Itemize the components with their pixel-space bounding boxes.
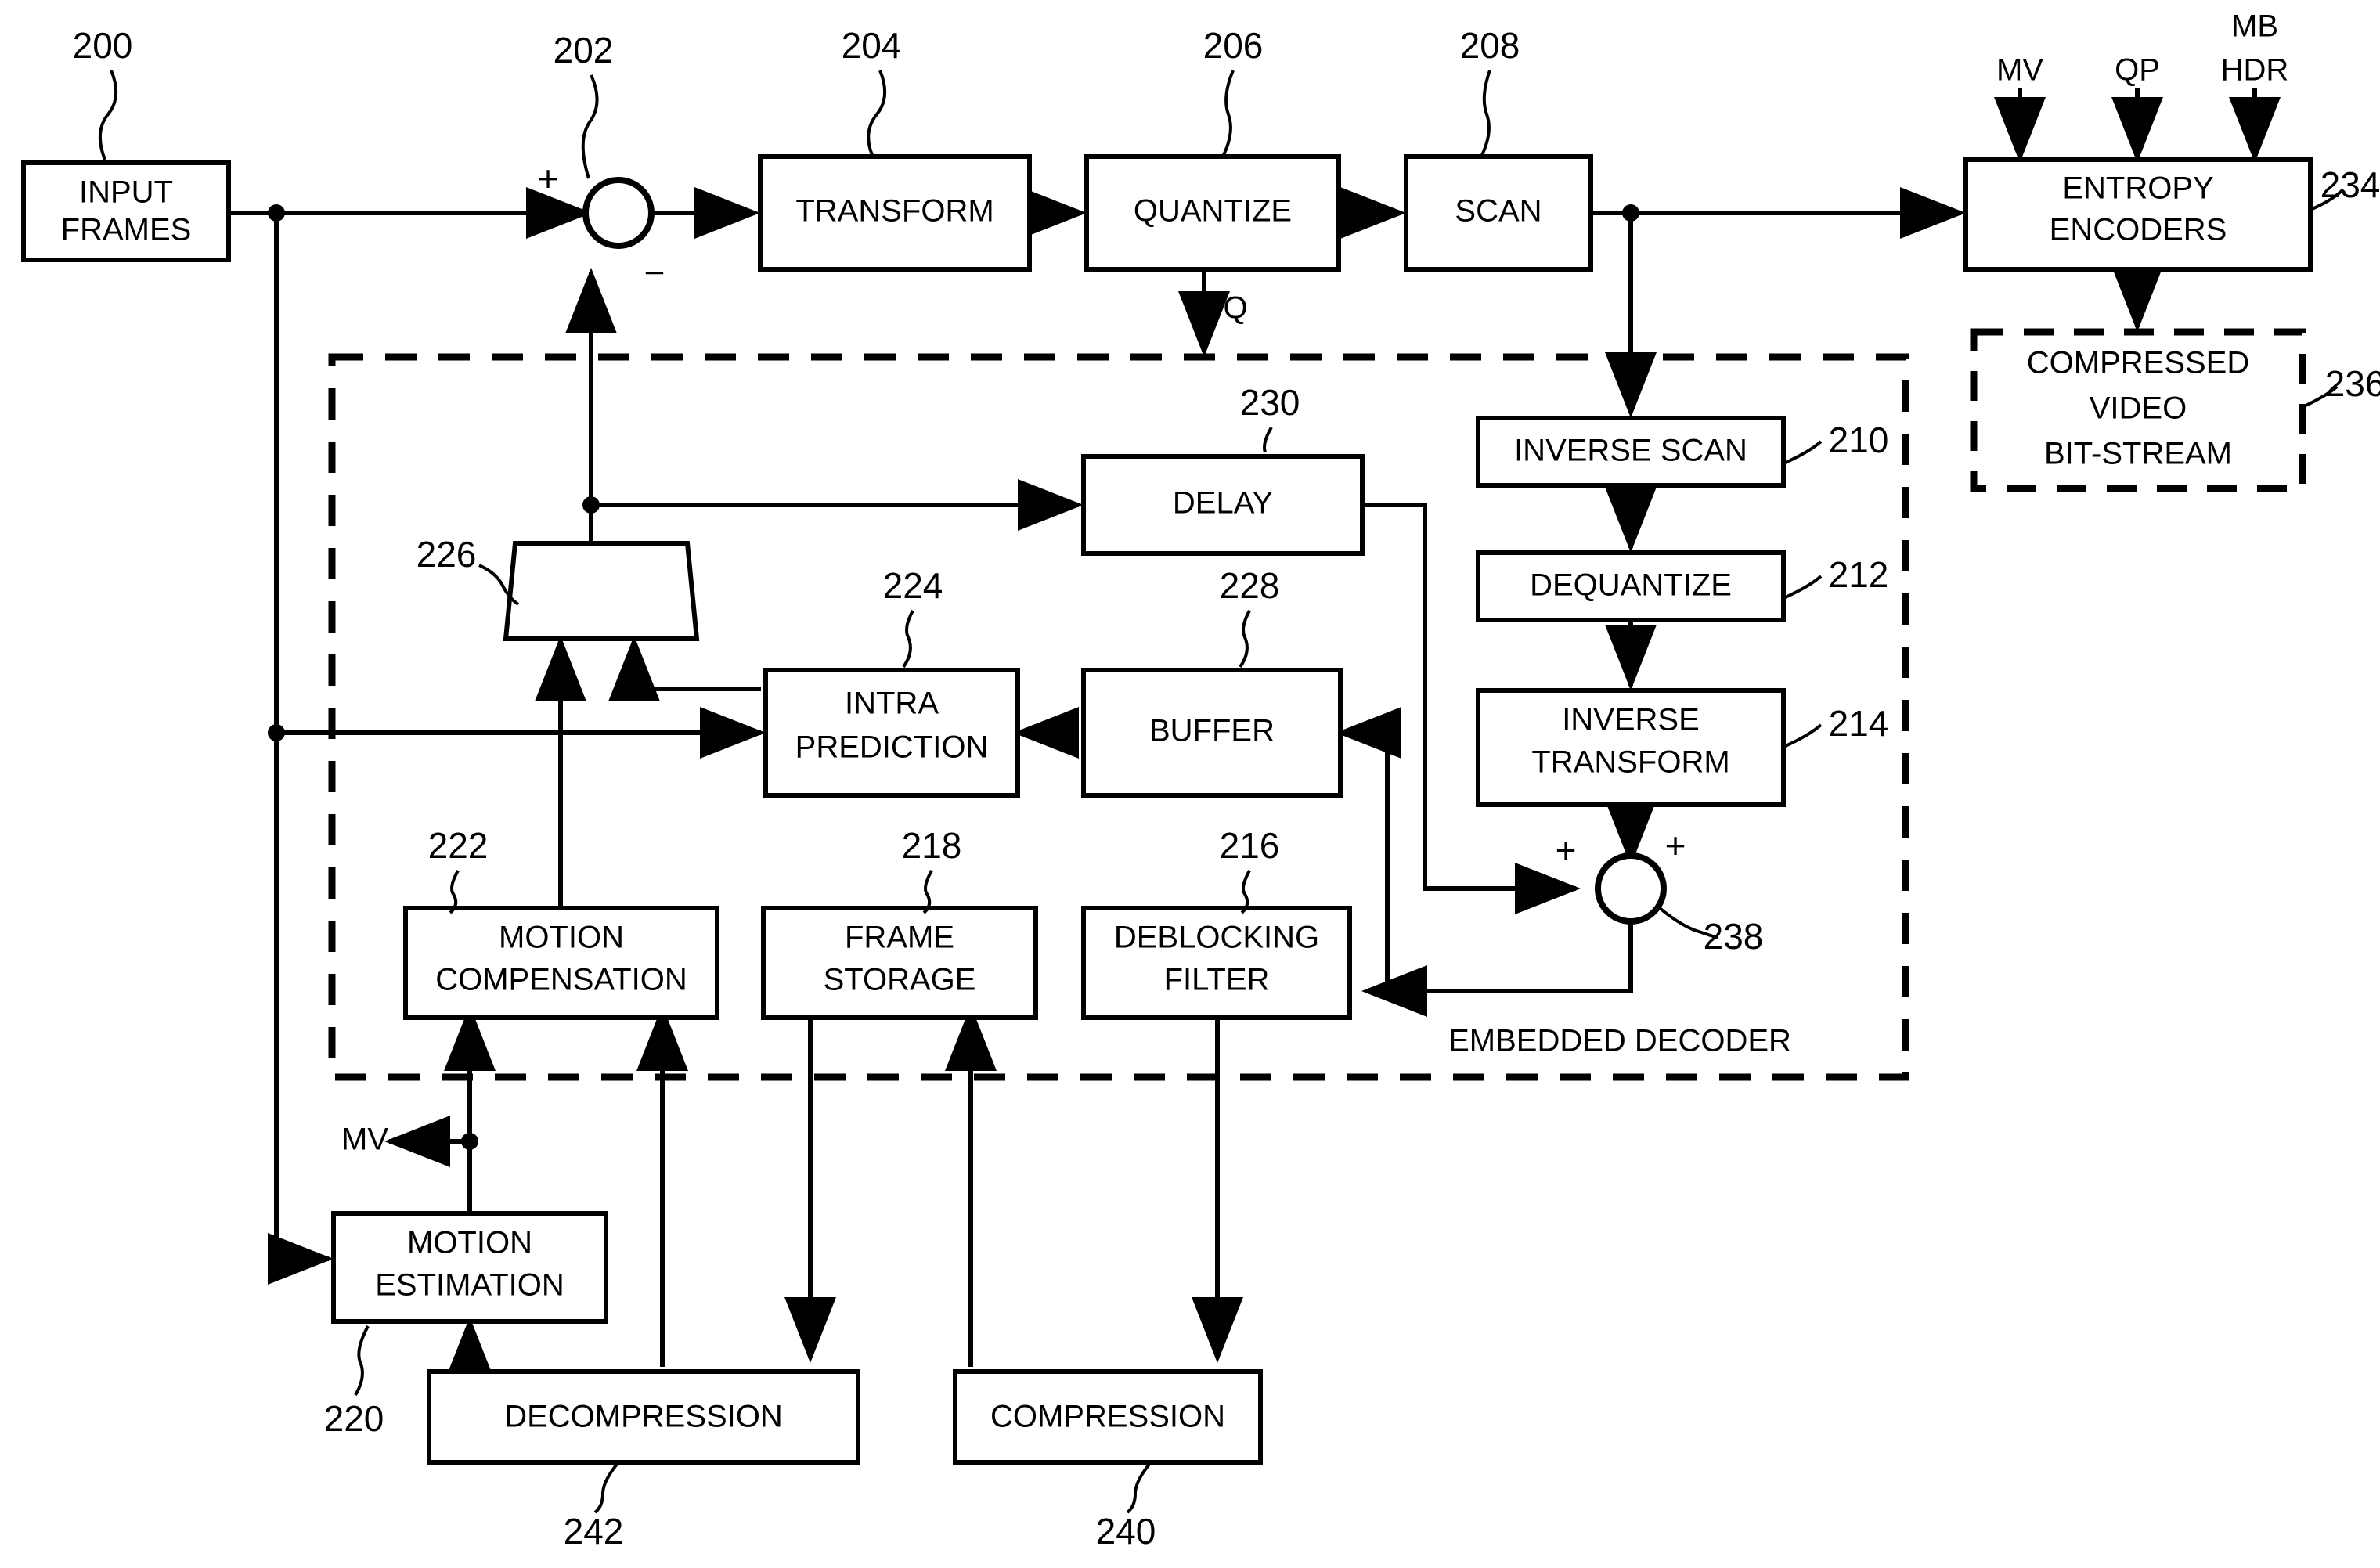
ref-202: 202 xyxy=(554,30,614,70)
label-intra-2: PREDICTION xyxy=(795,730,989,765)
label-inverse-scan: INVERSE SCAN xyxy=(1514,434,1747,468)
ref-208: 208 xyxy=(1460,25,1520,66)
label-scan: SCAN xyxy=(1455,194,1542,229)
leader-220 xyxy=(354,1325,370,1397)
summing-junction-202 xyxy=(582,177,654,249)
ref-236: 236 xyxy=(2325,363,2380,404)
leader-240 xyxy=(1126,1461,1152,1514)
leader-200 xyxy=(98,70,117,160)
sign-minus-202: − xyxy=(644,252,665,293)
ref-240: 240 xyxy=(1096,1511,1156,1552)
ref-200: 200 xyxy=(73,25,133,66)
label-decompression: DECOMPRESSION xyxy=(504,1400,783,1434)
label-input-frames-1: INPUT xyxy=(79,175,173,210)
sign-plus-238a: + xyxy=(1665,825,1686,866)
wire-intra-to-mux xyxy=(608,636,761,701)
label-motion-est-2: ESTIMATION xyxy=(375,1268,564,1303)
leader-212 xyxy=(1783,575,1823,600)
leader-204 xyxy=(867,70,886,156)
label-frame-storage-2: STORAGE xyxy=(824,963,976,997)
label-transform: TRANSFORM xyxy=(795,194,993,229)
wire-adder238-to-deblocking xyxy=(1361,916,1633,1017)
label-inverse-transform-1: INVERSE xyxy=(1562,703,1700,737)
leader-224 xyxy=(902,610,914,669)
label-bitstream-3: BIT-STREAM xyxy=(2044,437,2232,471)
label-compression: COMPRESSION xyxy=(990,1400,1225,1434)
ref-218: 218 xyxy=(902,825,962,866)
summing-junction-238 xyxy=(1595,852,1667,925)
leader-214 xyxy=(1783,723,1823,748)
leader-210 xyxy=(1783,440,1823,465)
leader-242 xyxy=(593,1461,620,1514)
signal-mb: MB xyxy=(2231,9,2278,44)
ref-224: 224 xyxy=(883,565,943,606)
ref-228: 228 xyxy=(1220,565,1280,606)
label-motion-comp-2: COMPENSATION xyxy=(435,963,687,997)
ref-242: 242 xyxy=(564,1511,624,1552)
ref-216: 216 xyxy=(1220,825,1280,866)
signal-q: Q xyxy=(1223,291,1247,326)
ref-220: 220 xyxy=(324,1398,384,1439)
label-quantize: QUANTIZE xyxy=(1134,194,1292,229)
block-diagram-svg: INPUT FRAMES 200 + − 202 TRANSFORM 204 Q… xyxy=(21,9,2380,1552)
label-deblocking-2: FILTER xyxy=(1164,963,1270,997)
label-frame-storage-1: FRAME xyxy=(845,921,954,955)
label-motion-est-1: MOTION xyxy=(407,1226,532,1260)
label-dequantize: DEQUANTIZE xyxy=(1530,568,1732,603)
ref-226: 226 xyxy=(416,534,477,575)
patent-figure-canvas: INPUT FRAMES 200 + − 202 TRANSFORM 204 Q… xyxy=(0,0,2380,1568)
leader-208 xyxy=(1480,70,1491,156)
ref-210: 210 xyxy=(1829,420,1889,460)
sign-plus-202: + xyxy=(538,158,559,199)
leader-206 xyxy=(1222,70,1235,156)
ref-212: 212 xyxy=(1829,554,1889,595)
ref-204: 204 xyxy=(842,25,902,66)
label-entropy-2: ENCODERS xyxy=(2050,213,2227,247)
signal-mv-bottom: MV xyxy=(341,1123,388,1157)
ref-222: 222 xyxy=(428,825,489,866)
label-deblocking-1: DEBLOCKING xyxy=(1114,921,1319,955)
leader-228 xyxy=(1239,610,1251,669)
label-bitstream-2: VIDEO xyxy=(2090,391,2187,426)
mux-226[interactable] xyxy=(503,541,700,641)
label-entropy-1: ENTROPY xyxy=(2062,171,2213,206)
signal-hdr: HDR xyxy=(2221,53,2289,88)
label-embedded-decoder: EMBEDDED DECODER xyxy=(1448,1024,1791,1058)
label-motion-comp-1: MOTION xyxy=(499,921,624,955)
label-buffer: BUFFER xyxy=(1149,714,1275,748)
label-input-frames-2: FRAMES xyxy=(61,213,192,247)
sign-plus-238b: + xyxy=(1556,830,1577,871)
label-inverse-transform-2: TRANSFORM xyxy=(1531,745,1729,780)
signal-mv-top: MV xyxy=(1996,53,2043,88)
ref-214: 214 xyxy=(1829,703,1889,744)
signal-qp: QP xyxy=(2115,53,2160,88)
ref-206: 206 xyxy=(1203,25,1264,66)
leader-202 xyxy=(581,74,599,179)
leader-230 xyxy=(1263,426,1273,453)
label-bitstream-1: COMPRESSED xyxy=(2027,346,2250,380)
label-intra-1: INTRA xyxy=(845,687,939,721)
label-delay: DELAY xyxy=(1173,486,1273,521)
ref-230: 230 xyxy=(1240,382,1300,423)
